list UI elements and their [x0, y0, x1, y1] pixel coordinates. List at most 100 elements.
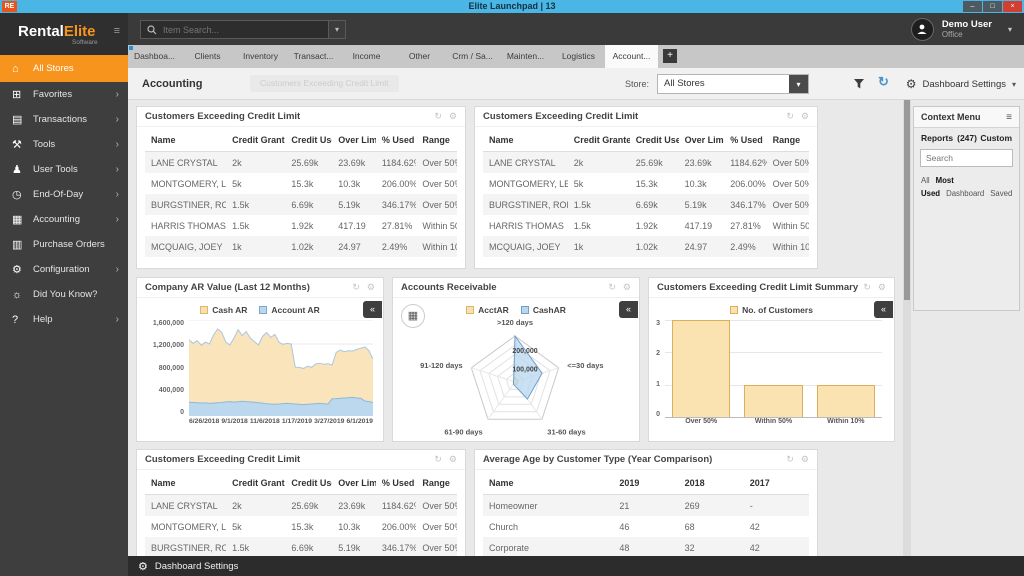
sidebar-item-transactions[interactable]: ▤ Transactions ›	[0, 107, 128, 132]
gear-icon[interactable]: ⚙	[801, 454, 809, 465]
table-cell: 21	[613, 494, 679, 516]
refresh-icon[interactable]: ↻	[786, 454, 794, 465]
table-cell: 48	[613, 537, 679, 558]
column-header[interactable]: Credit Used	[285, 129, 333, 152]
sidebar-item-purchase-orders[interactable]: ▥ Purchase Orders	[0, 232, 128, 257]
chevron-down-icon[interactable]: ▾	[789, 75, 809, 93]
column-header[interactable]: 2018	[678, 472, 744, 495]
column-header[interactable]: Name	[145, 472, 227, 495]
vertical-scrollbar[interactable]	[903, 100, 911, 556]
column-header[interactable]: Range	[766, 129, 809, 152]
sidebar-item-user-tools[interactable]: ♟ User Tools ›	[0, 157, 128, 182]
x-tick-label: 6/26/2018	[189, 418, 220, 425]
scrollbar-thumb[interactable]	[904, 100, 910, 300]
column-header[interactable]: Credit Used	[629, 129, 679, 152]
sidebar-item-end-of-day[interactable]: ◷ End-Of-Day ›	[0, 182, 128, 207]
user-tools-icon: ♟	[12, 164, 22, 176]
dashboard-settings-button[interactable]: ⚙ Dashboard Settings ▾	[906, 68, 1016, 100]
tab-reports[interactable]: Reports	[921, 133, 953, 143]
tab-inventory[interactable]: Inventory	[234, 45, 287, 68]
gear-icon[interactable]: ⚙	[878, 282, 886, 293]
filter-icon[interactable]	[853, 77, 865, 95]
refresh-icon[interactable]: ↻	[863, 282, 871, 293]
add-tab-button[interactable]: +	[663, 49, 677, 63]
store-label: Store:	[625, 79, 650, 89]
tab-clients[interactable]: Clients	[181, 45, 234, 68]
user-menu[interactable]: Demo User Office ▾	[910, 16, 1012, 42]
column-header[interactable]: Range	[416, 472, 457, 495]
column-header[interactable]: % Used	[375, 129, 417, 152]
column-header[interactable]: Name	[145, 129, 227, 152]
sidebar-item-configuration[interactable]: ⚙ Configuration ›	[0, 257, 128, 282]
tab-transact[interactable]: Transact...	[287, 45, 340, 68]
column-header[interactable]: Range	[416, 129, 457, 152]
context-filter-links: All Most Used Dashboard Saved	[914, 167, 1019, 207]
sidebar-item-all-stores[interactable]: ⌂ All Stores	[0, 55, 128, 82]
item-search[interactable]: ▾	[140, 20, 346, 39]
tab-other[interactable]: Other	[393, 45, 446, 68]
sidebar-item-tools[interactable]: ⚒ Tools ›	[0, 132, 128, 157]
column-header[interactable]: % Used	[375, 472, 417, 495]
gear-icon[interactable]: ⚙	[449, 454, 457, 465]
table-row: Homeowner 21 269-	[483, 494, 809, 516]
tab-income[interactable]: Income	[340, 45, 393, 68]
sidebar-item-favorites[interactable]: ⊞ Favorites ›	[0, 82, 128, 107]
filter-link-all[interactable]: All	[921, 176, 930, 185]
gear-icon[interactable]: ⚙	[367, 282, 375, 293]
x-tick-label: 6/1/2019	[346, 418, 373, 425]
column-header[interactable]: Name	[483, 472, 614, 495]
collapse-button[interactable]: «	[363, 301, 382, 318]
refresh-icon[interactable]: ↻	[878, 74, 889, 90]
gear-icon[interactable]: ⚙	[449, 111, 457, 122]
close-button[interactable]: ×	[1003, 1, 1022, 12]
tab-mainten[interactable]: Mainten...	[499, 45, 552, 68]
column-header[interactable]: Over Limit	[332, 129, 376, 152]
sidebar-item-accounting[interactable]: ▦ Accounting ›	[0, 207, 128, 232]
refresh-icon[interactable]: ↻	[352, 282, 360, 293]
column-header[interactable]: 2019	[613, 472, 679, 495]
sidebar-item-help[interactable]: ? Help ›	[0, 307, 128, 332]
maximize-button[interactable]: □	[983, 1, 1002, 12]
logo-sub: Software	[72, 39, 98, 46]
sidebar-item-did-you-know[interactable]: ☼ Did You Know?	[0, 282, 128, 307]
y-tick-label: 2	[656, 350, 660, 358]
item-search-input[interactable]	[161, 23, 328, 36]
column-header[interactable]: Credit Granted	[226, 129, 286, 152]
column-header[interactable]: Over Limit	[332, 472, 376, 495]
column-header[interactable]: 2017	[743, 472, 809, 495]
filter-link-saved[interactable]: Saved	[990, 189, 1012, 198]
gear-icon[interactable]: ⚙	[801, 111, 809, 122]
table-cell: 2.49%	[724, 236, 767, 257]
column-header[interactable]: % Used	[724, 129, 767, 152]
legend-swatch	[466, 305, 475, 314]
tab-crm-sa[interactable]: Crm / Sa...	[446, 45, 499, 68]
hamburger-icon[interactable]: ≡	[114, 25, 120, 37]
context-search-input[interactable]	[920, 149, 1013, 167]
table-cell: 10.3k	[338, 521, 361, 532]
refresh-icon[interactable]: ↻	[608, 282, 616, 293]
tab-custom[interactable]: Custom	[980, 133, 1012, 143]
refresh-icon[interactable]: ↻	[786, 111, 794, 122]
tab-dashboa[interactable]: Dashboa...	[128, 45, 181, 68]
store-select[interactable]: All Stores ▾	[657, 74, 810, 94]
chart-menu-button[interactable]: ▦	[401, 304, 425, 328]
column-header[interactable]: Credit Granted	[226, 472, 286, 495]
collapse-button[interactable]: «	[874, 301, 893, 318]
refresh-icon[interactable]: ↻	[434, 111, 442, 122]
legend-label: Account AR	[271, 304, 320, 315]
gear-icon[interactable]: ⚙	[623, 282, 631, 293]
filter-link-dashboard[interactable]: Dashboard	[946, 189, 984, 198]
column-header[interactable]: Over Limit	[678, 129, 725, 152]
column-header[interactable]: Name	[483, 129, 568, 152]
collapse-button[interactable]: «	[619, 301, 638, 318]
status-bar-label[interactable]: Dashboard Settings	[155, 561, 238, 572]
x-tick-label: Within 50%	[754, 418, 793, 425]
search-dropdown-button[interactable]: ▾	[328, 21, 345, 38]
tab-account[interactable]: Account...	[605, 45, 658, 68]
hamburger-icon[interactable]: ≡	[1006, 112, 1012, 123]
minimize-button[interactable]: –	[963, 1, 982, 12]
refresh-icon[interactable]: ↻	[434, 454, 442, 465]
tab-logistics[interactable]: Logistics	[552, 45, 605, 68]
column-header[interactable]: Credit Used	[285, 472, 333, 495]
column-header[interactable]: Credit Granted	[567, 129, 630, 152]
